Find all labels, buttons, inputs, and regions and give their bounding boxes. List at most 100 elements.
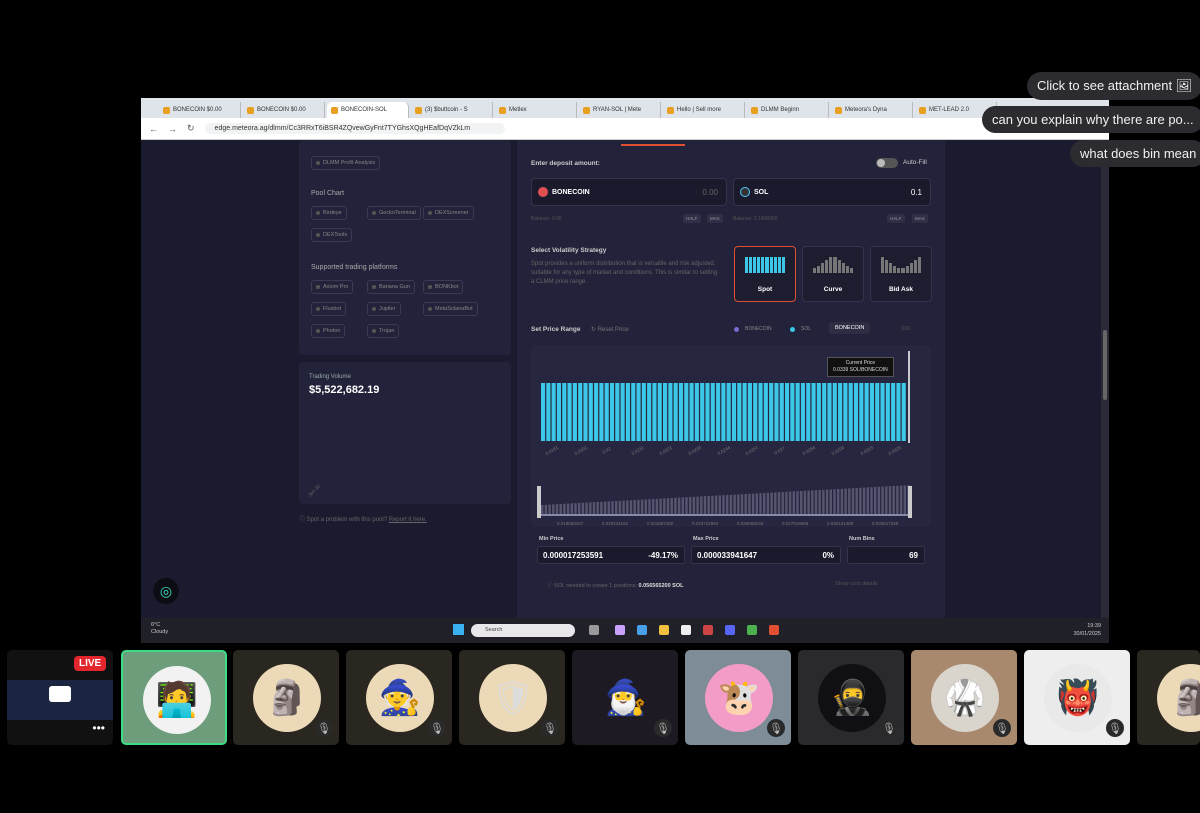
participant-tile-9[interactable]: 👹 🎙 bbox=[1024, 650, 1130, 745]
token-b-input[interactable]: SOL 0.1 bbox=[733, 178, 931, 206]
tab-favicon-icon bbox=[667, 106, 674, 114]
discord-icon[interactable] bbox=[725, 625, 735, 635]
platform-chip[interactable]: Jupiter bbox=[367, 302, 401, 316]
platform-chip[interactable]: BONKbot bbox=[423, 280, 464, 294]
page-scrollbar[interactable] bbox=[1101, 140, 1109, 618]
liquidity-bin-bar bbox=[737, 383, 742, 441]
platforms-title: Supported trading platforms bbox=[311, 264, 398, 271]
reset-price-button[interactable]: ↻ Reset Price bbox=[591, 326, 629, 333]
taskbar-clock[interactable]: 19:39 30/01/2025 bbox=[1073, 622, 1101, 638]
address-input[interactable]: edge.meteora.ag/dlmm/Cc3RRxT6iBSR4ZQvewG… bbox=[204, 123, 505, 134]
profit-analysis-chip[interactable]: DLMM Profit Analysis bbox=[311, 156, 381, 170]
browser-tab[interactable]: BONECOIN $0.00 bbox=[243, 102, 325, 118]
browser-tab[interactable]: (3) $buttcoin - S bbox=[411, 102, 493, 118]
range-slider-tick: 0.023722984 bbox=[692, 521, 719, 526]
back-icon[interactable]: ← bbox=[149, 124, 158, 134]
num-bins-input[interactable]: 69 bbox=[847, 546, 925, 564]
autofill-toggle[interactable] bbox=[876, 158, 898, 168]
platform-chip[interactable]: DEXScreener bbox=[423, 206, 474, 220]
max-a-button[interactable]: MAX bbox=[707, 214, 723, 223]
bidask-bars-icon bbox=[881, 257, 921, 273]
pair-bonecoin-toggle[interactable]: BONECOIN bbox=[829, 322, 871, 334]
platform-chip[interactable]: DEXTools bbox=[311, 228, 353, 242]
show-cost-details[interactable]: Show cost details bbox=[835, 581, 878, 587]
app-icon[interactable] bbox=[703, 625, 713, 635]
copilot-icon[interactable] bbox=[615, 625, 625, 635]
participant-tile-10[interactable]: 🗿 bbox=[1137, 650, 1200, 745]
strategy-spot[interactable]: Spot bbox=[734, 246, 796, 302]
min-price-value: 0.000017253591 bbox=[543, 551, 604, 560]
participant-tile-3[interactable]: 🧙 🎙 bbox=[346, 650, 452, 745]
chrome-icon[interactable] bbox=[747, 625, 757, 635]
range-histogram-bar bbox=[714, 495, 718, 515]
browser-tab[interactable]: DLMM Beginn bbox=[747, 102, 829, 118]
windows-start-icon[interactable] bbox=[453, 624, 464, 635]
range-histogram-bar bbox=[766, 492, 770, 515]
liquidity-bin-bar bbox=[763, 383, 768, 441]
report-link[interactable]: Report it here. bbox=[389, 517, 427, 523]
half-b-button[interactable]: HALF bbox=[887, 214, 905, 223]
half-a-button[interactable]: HALF bbox=[683, 214, 701, 223]
participant-tile-5[interactable]: 🧙‍♂️ 🎙 bbox=[572, 650, 678, 745]
meteora-logo-icon[interactable]: ◎ bbox=[153, 578, 179, 604]
tab-favicon-icon bbox=[583, 106, 590, 114]
browser-tab[interactable]: Metlex bbox=[495, 102, 577, 118]
participant-tile-6[interactable]: 🐮 🎙 bbox=[685, 650, 791, 745]
participant-tile-4[interactable]: 🛡 🎙 bbox=[459, 650, 565, 745]
platform-chip[interactable]: Axiom Pro bbox=[311, 280, 354, 294]
taskview-icon[interactable] bbox=[589, 625, 599, 635]
range-histogram-bar bbox=[803, 490, 807, 515]
muted-mic-icon: 🎙 bbox=[880, 719, 898, 737]
browser-tab[interactable]: RYAN-SOL | Mete bbox=[579, 102, 661, 118]
folder-icon[interactable] bbox=[659, 625, 669, 635]
participant-tile-7[interactable]: 🥷 🎙 bbox=[798, 650, 904, 745]
balance-a: Balance: 0.00 bbox=[531, 216, 562, 222]
reload-icon[interactable]: ↻ bbox=[187, 123, 195, 134]
taskbar-search[interactable]: Search bbox=[471, 624, 575, 637]
scroll-thumb[interactable] bbox=[1103, 330, 1107, 400]
max-price-input[interactable]: 0.000033941647 0% bbox=[691, 546, 841, 564]
token-a-input[interactable]: BONECOIN 0.00 bbox=[531, 178, 727, 206]
participant-tile-8[interactable]: 🥋 🎙 bbox=[911, 650, 1017, 745]
forward-icon[interactable]: → bbox=[168, 124, 177, 134]
weather-widget[interactable]: 6°C Cloudy bbox=[151, 622, 168, 636]
range-histogram-bar bbox=[818, 490, 821, 515]
platform-chip[interactable]: Fluxbot bbox=[311, 302, 347, 316]
participant-tile-2[interactable]: 🗿 🎙 bbox=[233, 650, 339, 745]
liquidity-bin-bar bbox=[631, 383, 636, 441]
browser-tab[interactable]: Meteora's Dyna bbox=[831, 102, 913, 118]
platform-chip[interactable]: GeckoTerminal bbox=[367, 206, 421, 220]
strategy-curve[interactable]: Curve bbox=[802, 246, 864, 302]
browser-tab[interactable]: BONECOIN $0.00 bbox=[159, 102, 241, 118]
muted-mic-icon: 🎙 bbox=[993, 719, 1011, 737]
attachment-bubble[interactable]: Click to see attachment 🖼 bbox=[1027, 72, 1200, 100]
range-histogram-bar bbox=[618, 500, 622, 515]
min-price-input[interactable]: 0.000017253591 -49.17% bbox=[537, 546, 685, 564]
more-options-icon[interactable]: ••• bbox=[92, 721, 105, 735]
platform-chip[interactable]: Trojan bbox=[367, 324, 400, 338]
browser-tab[interactable]: BONECOIN-SOL bbox=[327, 102, 409, 118]
participant-tile-1[interactable]: 🧑‍💻 bbox=[121, 650, 227, 745]
range-slider-tick: 0.025688248 bbox=[737, 521, 764, 526]
strategy-bidask[interactable]: Bid Ask bbox=[870, 246, 932, 302]
range-histogram-bar bbox=[648, 499, 651, 515]
min-range-handle[interactable] bbox=[537, 486, 541, 518]
pair-sol-toggle[interactable]: SOL bbox=[901, 326, 911, 332]
range-histogram-bar bbox=[700, 496, 703, 515]
liquidity-bin-bar bbox=[806, 383, 811, 441]
max-range-handle[interactable] bbox=[908, 486, 912, 518]
edge-icon[interactable] bbox=[637, 625, 647, 635]
browser-tab[interactable]: Hello | Sell more bbox=[663, 102, 745, 118]
chat-message-1[interactable]: can you explain why there are po... bbox=[982, 106, 1200, 133]
liquidity-bin-bar bbox=[604, 383, 609, 441]
liquidity-bin-bar bbox=[848, 383, 853, 441]
chat-message-2[interactable]: what does bin mean bbox=[1070, 140, 1200, 167]
platform-chip[interactable]: MetaSolanaBot bbox=[423, 302, 478, 316]
platform-chip[interactable]: Birdeye bbox=[311, 206, 347, 220]
platform-chip[interactable]: Banana Gun bbox=[367, 280, 415, 294]
brave-icon[interactable] bbox=[769, 625, 779, 635]
browser-tabbar: BONECOIN $0.00 BONECOIN $0.00 BONECOIN-SOL… bbox=[141, 98, 1109, 118]
platform-chip[interactable]: Photon bbox=[311, 324, 346, 338]
notepad-icon[interactable] bbox=[681, 625, 691, 635]
max-b-button[interactable]: MAX bbox=[912, 214, 928, 223]
